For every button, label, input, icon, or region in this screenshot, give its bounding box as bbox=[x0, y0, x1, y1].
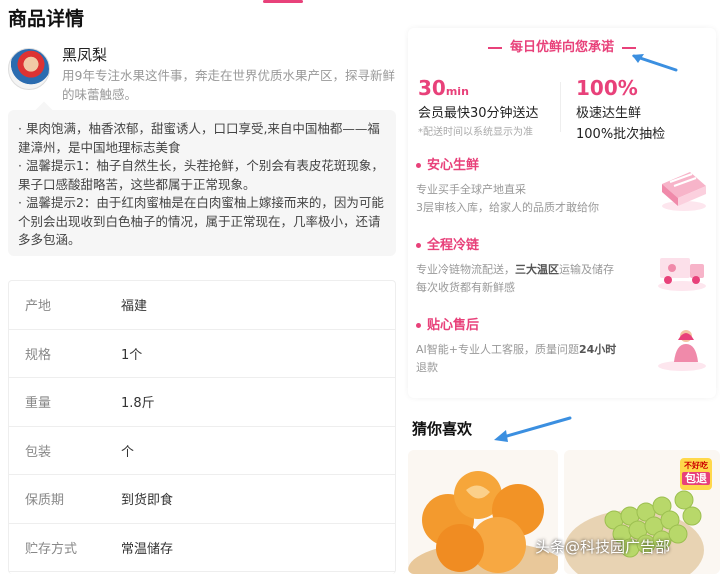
spec-value: 到货即食 bbox=[121, 493, 174, 509]
divider bbox=[560, 82, 561, 132]
spec-value: 1.8斤 bbox=[121, 396, 155, 412]
promise-title-text: 每日优鲜向您承诺 bbox=[509, 40, 614, 55]
table-row: 贮存方式 常温储存 bbox=[9, 524, 395, 572]
seller-name[interactable]: 黑凤梨 bbox=[62, 44, 107, 65]
feature-after-sales: 贴心售后 AI智能+专业人工客服，质量问题24小时 退款 bbox=[416, 314, 708, 384]
feature-desc-line2: 退款 bbox=[416, 361, 438, 374]
feature-title: 贴心售后 bbox=[427, 318, 480, 333]
refund-badge: 不好吃 包退 bbox=[680, 458, 712, 490]
spec-table: 产地 福建 规格 1个 重量 1.8斤 包装 个 保质期 到货即食 贮存方式 常… bbox=[8, 280, 396, 574]
avatar[interactable] bbox=[8, 48, 50, 90]
feature-desc-line1: 专业冷链物流配送，三大温区运输及储存 bbox=[416, 263, 614, 276]
feature-title: 全程冷链 bbox=[427, 238, 480, 253]
product-description: · 果肉饱满，柚香浓郁，甜蜜诱人，口口享受,来自中国柚都——福建漳州，是中国地理… bbox=[18, 121, 384, 247]
watermark: 头条@科技园广告部 bbox=[535, 538, 671, 556]
promise-panel: 每日优鲜向您承诺 30min 会员最快30分钟送达 *配送时间以系统显示为准 1… bbox=[408, 28, 716, 398]
product-description-card: · 果肉饱满，柚香浓郁，甜蜜诱人，口口享受,来自中国柚都——福建漳州，是中国地理… bbox=[8, 110, 396, 256]
badge-main: 包退 bbox=[682, 472, 710, 485]
top-tab-indicator bbox=[263, 0, 303, 3]
feature-desc-line2: 3层审核入库，给家人的品质才敢给你 bbox=[416, 201, 599, 214]
seller-description: 用9年专注水果这件事，奔走在世界优质水果产区，探寻新鲜的味蕾触感。 bbox=[62, 68, 395, 102]
spec-key: 贮存方式 bbox=[25, 541, 78, 557]
seller-info[interactable]: 黑凤梨 用9年专注水果这件事，奔走在世界优质水果产区，探寻新鲜的味蕾触感。 bbox=[8, 44, 400, 104]
table-row: 产地 福建 bbox=[9, 281, 395, 330]
table-row: 保质期 到货即食 bbox=[9, 475, 395, 524]
annotation-arrow-icon bbox=[494, 416, 572, 442]
stat-quality-label: 极速达生鲜 bbox=[576, 106, 642, 121]
spec-value: 1个 bbox=[121, 347, 143, 363]
spec-value: 常温储存 bbox=[121, 541, 174, 557]
spec-key: 重量 bbox=[25, 396, 52, 412]
table-row: 重量 1.8斤 bbox=[9, 378, 395, 427]
annotation-arrow-icon bbox=[632, 54, 678, 72]
table-row: 包装 个 bbox=[9, 427, 395, 475]
feature-desc-line2: 每次收货都有新鲜感 bbox=[416, 281, 515, 294]
stat-quality: 100% 极速达生鲜 100%批次抽检 bbox=[576, 76, 665, 142]
feature-desc-line1: AI智能+专业人工客服，质量问题24小时 bbox=[416, 343, 617, 356]
badge-top: 不好吃 bbox=[684, 461, 708, 470]
stat-quality-note: 100%批次抽检 bbox=[576, 127, 666, 142]
spec-key: 产地 bbox=[25, 299, 52, 315]
feature-cold-chain: 全程冷链 专业冷链物流配送，三大温区运输及储存 每次收货都有新鲜感 bbox=[416, 234, 708, 304]
stat-delivery-label: 会员最快30分钟送达 bbox=[418, 106, 539, 121]
box-icon bbox=[662, 172, 706, 211]
stat-quality-value: 100% bbox=[576, 76, 638, 100]
feature-fresh: 安心生鲜 专业买手全球产地直采 3层审核入库，给家人的品质才敢给你 bbox=[416, 154, 708, 224]
feature-desc-line1: 专业买手全球产地直采 bbox=[416, 183, 526, 196]
spec-key: 规格 bbox=[25, 347, 52, 363]
spec-value: 个 bbox=[121, 444, 135, 460]
stat-delivery-note: *配送时间以系统显示为准 bbox=[418, 127, 533, 138]
page-title: 商品详情 bbox=[8, 8, 85, 30]
guess-you-like-title: 猜你喜欢 bbox=[412, 420, 473, 438]
spec-key: 保质期 bbox=[25, 493, 65, 509]
support-agent-icon bbox=[658, 330, 706, 371]
stat-delivery-unit: min bbox=[445, 85, 469, 98]
truck-icon bbox=[658, 258, 706, 291]
stat-delivery-value: 30 bbox=[418, 76, 446, 100]
spec-value: 福建 bbox=[121, 299, 148, 315]
table-row: 规格 1个 bbox=[9, 330, 395, 378]
stat-delivery: 30min 会员最快30分钟送达 *配送时间以系统显示为准 bbox=[418, 76, 539, 138]
spec-key: 包装 bbox=[25, 444, 52, 460]
feature-title: 安心生鲜 bbox=[427, 158, 480, 173]
